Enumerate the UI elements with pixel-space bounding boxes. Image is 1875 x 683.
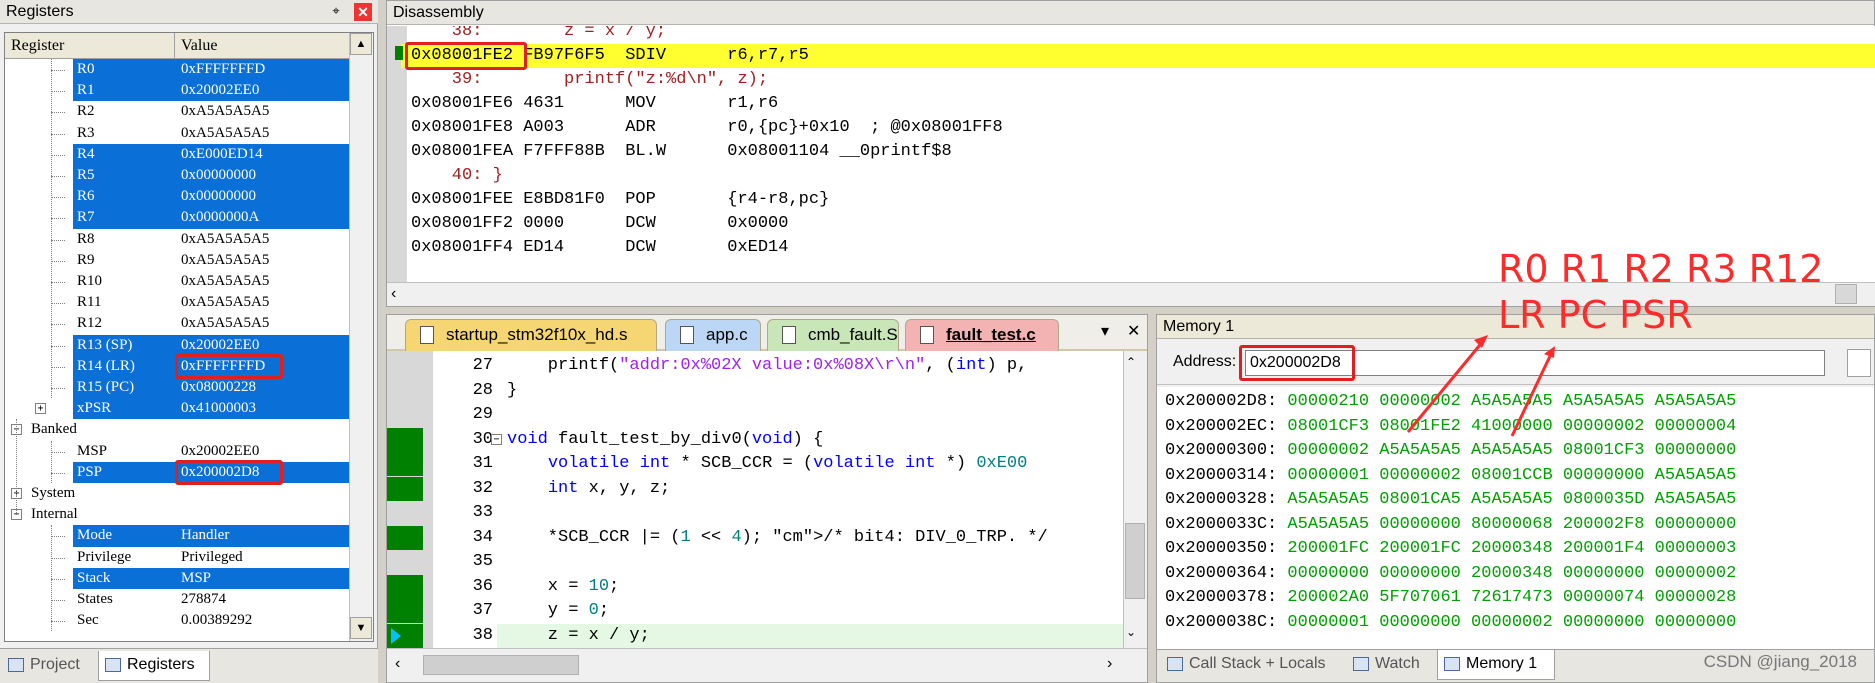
annotation-arrows	[1406, 335, 1555, 437]
annotation-arrow-1	[1406, 339, 1486, 433]
annotation-arrowhead-1	[1474, 335, 1488, 348]
watermark: CSDN @jiang_2018	[1703, 652, 1857, 671]
annotation-arrow-2	[1510, 351, 1554, 437]
